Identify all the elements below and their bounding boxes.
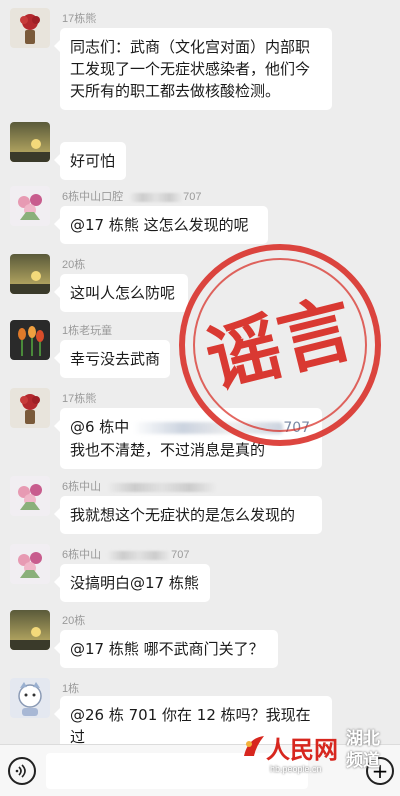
message-text-line: 我就想这个无症状的是怎么发现的 bbox=[70, 506, 296, 524]
watermark-brand: 人民网 bbox=[266, 735, 338, 764]
blurred-phone bbox=[129, 192, 184, 202]
blurred-phone bbox=[107, 482, 218, 492]
watermark-url: hb.people.cn bbox=[270, 764, 322, 774]
chat-message: 20栋 @17 栋熊 哪不武商门关了？ bbox=[0, 606, 400, 672]
sunset-avatar[interactable] bbox=[10, 122, 50, 162]
message-text-line: 幸亏没去武商 bbox=[70, 350, 161, 368]
flower-vase-avatar[interactable] bbox=[10, 388, 50, 428]
sender-name: 17栋熊 bbox=[62, 13, 97, 25]
message-text-line: @17 栋熊 这怎么发现的呢 bbox=[70, 216, 249, 234]
message-bubble[interactable]: @17 栋熊 哪不武商门关了？ bbox=[54, 630, 278, 668]
message-text-line: 好可怕 bbox=[70, 152, 116, 170]
stamp-text: 谣言 bbox=[198, 285, 362, 404]
message-bubble[interactable]: @17 栋熊 这怎么发现的呢 bbox=[54, 206, 268, 244]
chat-message: 6栋中山 707 没搞明白@17 栋熊 bbox=[0, 538, 400, 604]
flower-vase-avatar[interactable] bbox=[10, 8, 50, 48]
voice-icon[interactable] bbox=[8, 757, 36, 785]
people-cn-watermark: 人民网 湖北 频道 hb.people.cn bbox=[236, 726, 396, 786]
watermark-region: 湖北 频道 bbox=[346, 729, 380, 771]
message-bubble[interactable]: 好可怕 bbox=[54, 142, 126, 180]
sender-name: 1栋 bbox=[62, 683, 80, 695]
sender-name: 20栋 bbox=[62, 615, 86, 627]
message-text-line: 天所有的职工都去做核酸检测。 bbox=[70, 82, 281, 100]
message-text-line: 这叫人怎么防呢 bbox=[70, 284, 176, 302]
sender-name: 6栋中山 707 bbox=[62, 549, 190, 561]
chat-message-list[interactable]: 17栋熊 同志们：武商（文化宫对面）内部职 工发现了一个无症状感染者，他们今 天… bbox=[0, 0, 400, 744]
sender-name: 20栋 bbox=[62, 259, 86, 271]
message-bubble[interactable]: 同志们：武商（文化宫对面）内部职 工发现了一个无症状感染者，他们今 天所有的职工… bbox=[54, 28, 332, 110]
cartoon-avatar[interactable] bbox=[10, 678, 50, 718]
message-text-line: @17 栋熊 哪不武商门关了？ bbox=[70, 640, 264, 658]
message-bubble[interactable]: 这叫人怎么防呢 bbox=[54, 274, 188, 312]
sender-name: 1栋老玩童 bbox=[62, 325, 113, 337]
message-bubble[interactable]: 我就想这个无症状的是怎么发现的 bbox=[54, 496, 322, 534]
tulips-avatar[interactable] bbox=[10, 320, 50, 360]
bouquet-avatar[interactable] bbox=[10, 544, 50, 584]
chat-message: 6栋中山口腔 707 @17 栋熊 这怎么发现的呢 bbox=[0, 182, 400, 248]
sunset-avatar[interactable] bbox=[10, 610, 50, 650]
sender-name: 6栋中山口腔 707 bbox=[62, 191, 202, 203]
message-bubble[interactable]: 幸亏没去武商 bbox=[54, 340, 170, 378]
bouquet-avatar[interactable] bbox=[10, 476, 50, 516]
sunset-avatar[interactable] bbox=[10, 254, 50, 294]
blurred-phone bbox=[107, 550, 172, 560]
message-text-line: 同志们：武商（文化宫对面）内部职 bbox=[70, 38, 311, 56]
message-text-line: 没搞明白@17 栋熊 bbox=[70, 574, 199, 592]
message-text-line: 工发现了一个无症状感染者，他们今 bbox=[70, 60, 311, 78]
bouquet-avatar[interactable] bbox=[10, 186, 50, 226]
sender-name: 17栋熊 bbox=[62, 393, 97, 405]
sender-name: 6栋中山 bbox=[62, 478, 218, 494]
chat-message: 6栋中山 我就想这个无症状的是怎么发现的 bbox=[0, 472, 400, 538]
chat-message: 17栋熊 同志们：武商（文化宫对面）内部职 工发现了一个无症状感染者，他们今 天… bbox=[0, 0, 400, 120]
message-bubble[interactable]: 没搞明白@17 栋熊 bbox=[54, 564, 210, 602]
people-cn-logo-icon bbox=[244, 736, 264, 756]
chat-message: 好可怕 bbox=[0, 120, 400, 180]
rumor-stamp: 谣言 bbox=[175, 240, 385, 450]
